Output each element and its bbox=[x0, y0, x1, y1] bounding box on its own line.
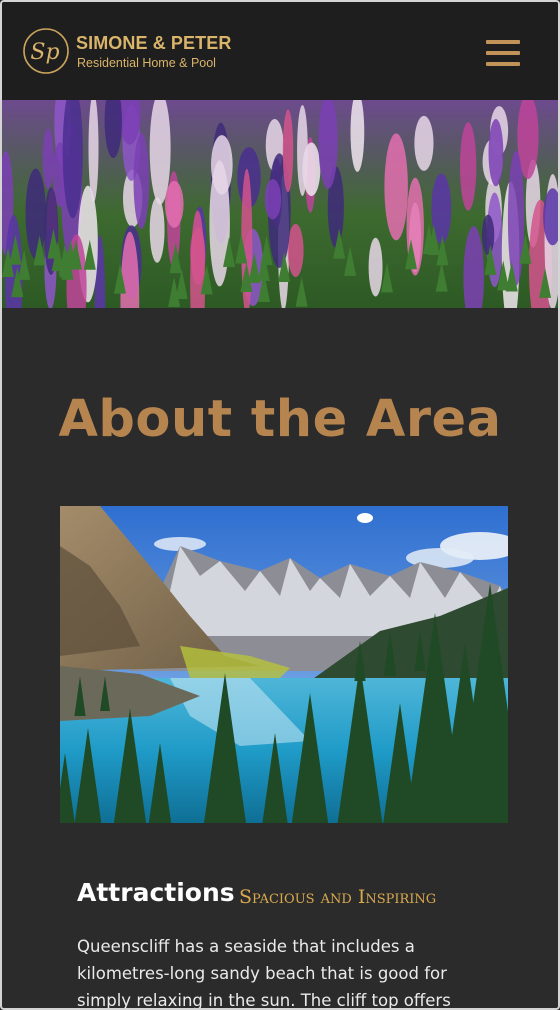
attractions-title: Attractions bbox=[77, 878, 235, 907]
attractions-tagline: Spacious and Inspiring bbox=[239, 886, 437, 908]
hamburger-menu-icon[interactable] bbox=[486, 38, 520, 68]
brand-name[interactable]: SIMONE & PETER bbox=[76, 33, 231, 54]
logo-icon[interactable]: Sp bbox=[22, 27, 70, 75]
hero-banner-image bbox=[2, 100, 558, 308]
brand-subtitle: Residential Home & Pool bbox=[77, 56, 216, 70]
site-header: Sp SIMONE & PETER Residential Home & Poo… bbox=[2, 2, 558, 100]
lupine-flowers-image bbox=[2, 100, 558, 308]
attractions-heading-row: Attractions Spacious and Inspiring bbox=[77, 878, 547, 914]
area-photo bbox=[60, 506, 508, 823]
mountain-lake-image bbox=[60, 506, 508, 823]
page-frame: Sp SIMONE & PETER Residential Home & Poo… bbox=[0, 0, 560, 1010]
svg-text:Sp: Sp bbox=[30, 40, 59, 65]
attractions-description: Queenscliff has a seaside that includes … bbox=[77, 937, 451, 1010]
section-title: About the Area bbox=[58, 390, 502, 449]
